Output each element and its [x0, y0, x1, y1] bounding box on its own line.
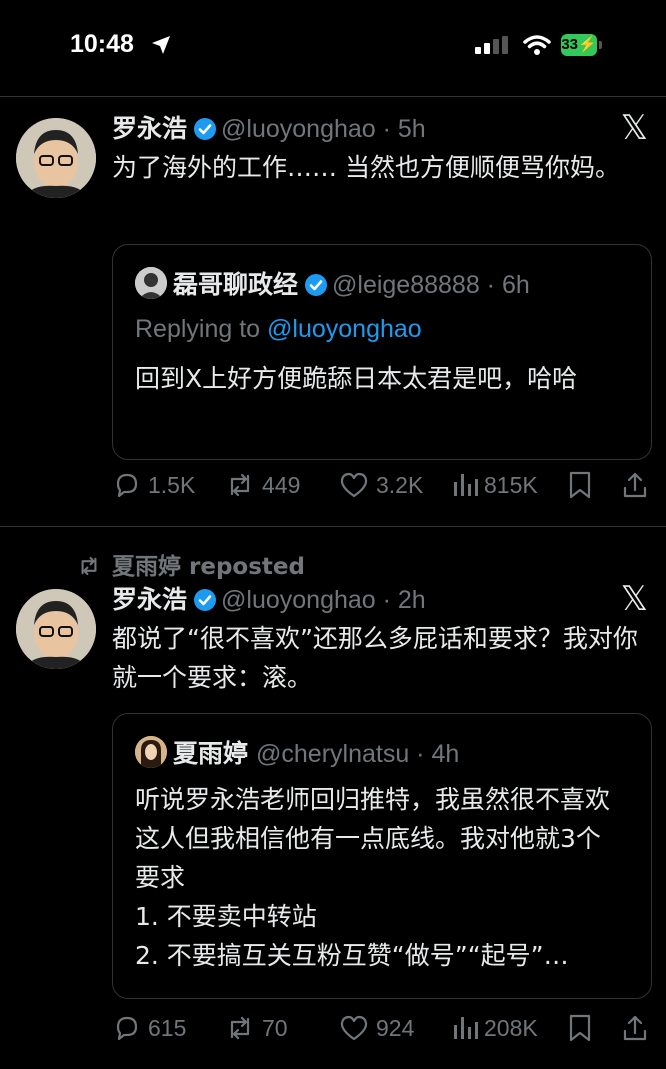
reply-button[interactable]: 1.5K [112, 470, 195, 500]
like-icon [340, 472, 368, 498]
quote-avatar[interactable] [135, 736, 167, 768]
replying-to: Replying to @luoyonghao [135, 315, 422, 344]
quote-text: 回到X上好方便跪舔日本太君是吧，哈哈 [135, 364, 578, 393]
reposted-by: 夏雨婷 reposted [112, 554, 305, 580]
status-time: 10:48 [70, 30, 134, 58]
views-button[interactable]: 815K [452, 470, 538, 500]
avatar[interactable] [16, 589, 96, 669]
bookmark-icon [569, 471, 591, 499]
quoted-tweet[interactable]: 磊哥聊政经 @leige88888 · 6h Replying to @luoyo… [112, 244, 652, 460]
quote-author-handle[interactable]: @leige88888 · 6h [332, 271, 530, 299]
author-handle[interactable]: @luoyonghao · 2h [221, 586, 426, 614]
like-count: 924 [376, 1014, 415, 1041]
verified-badge-icon [305, 274, 328, 296]
quote-text-line: 1. 不要卖中转站 [135, 902, 317, 931]
repost-count: 70 [262, 1014, 288, 1041]
avatar-portrait-icon [16, 118, 96, 198]
avatar-portrait-icon [16, 589, 96, 669]
share-button[interactable] [620, 1013, 656, 1043]
reply-button[interactable]: 615 [112, 1013, 186, 1043]
view-count: 208K [484, 1014, 538, 1041]
bookmark-button[interactable] [566, 1013, 600, 1043]
quote-header: 夏雨婷 @cherylnatsu · 4h [135, 736, 459, 771]
x-logo-icon[interactable]: 𝕏 [621, 579, 648, 619]
battery-icon: 33⚡ [561, 34, 597, 56]
views-icon [454, 474, 478, 496]
quote-avatar-portrait-icon [135, 267, 167, 299]
quoted-tweet[interactable]: 夏雨婷 @cherylnatsu · 4h 听说罗永浩老师回归推特，我虽然很不喜欢… [112, 713, 652, 999]
repost-icon [230, 1016, 250, 1040]
like-count: 3.2K [376, 471, 424, 498]
quote-avatar-portrait-icon [135, 736, 167, 768]
tweet-actions: 615 70 924 208K [112, 1013, 652, 1049]
tweet-header: 罗永浩 @luoyonghao · 5h [112, 112, 426, 146]
tweet-text: 都说了“很不喜欢”还那么多屁话和要求？我对你就一个要求：滚。 [112, 624, 638, 692]
tweet-1[interactable]: 罗永浩 @luoyonghao · 5h 𝕏 为了海外的工作…… 当然也方便顺便骂… [0, 96, 666, 526]
battery-tip [599, 41, 602, 49]
repost-count: 449 [262, 471, 301, 498]
location-arrow-icon [152, 36, 170, 54]
repost-button[interactable]: 70 [224, 1013, 288, 1043]
replying-to-label: Replying to [135, 315, 268, 343]
repost-icon [230, 473, 250, 497]
views-button[interactable]: 208K [452, 1013, 538, 1043]
battery-level: 33 [561, 36, 578, 53]
share-button[interactable] [620, 470, 656, 500]
quote-author-name[interactable]: 夏雨婷 [173, 739, 248, 768]
verified-badge-icon [194, 118, 217, 140]
tweet-header: 罗永浩 @luoyonghao · 2h [112, 583, 426, 617]
reply-icon [116, 1016, 138, 1041]
author-name[interactable]: 罗永浩 [112, 585, 187, 614]
bookmark-button[interactable] [566, 470, 600, 500]
wifi-icon [523, 35, 551, 55]
author-handle[interactable]: @luoyonghao · 5h [221, 115, 426, 143]
tweet-text: 为了海外的工作…… 当然也方便顺便骂你妈。 [112, 153, 620, 182]
tweet-2[interactable]: 夏雨婷 reposted 罗永浩 @luoyonghao · 2h 𝕏 都说了“很… [0, 527, 666, 1069]
repost-icon [81, 556, 97, 576]
repost-button[interactable]: 449 [224, 470, 300, 500]
reply-count: 1.5K [148, 471, 196, 498]
quote-author-handle[interactable]: @cherylnatsu · 4h [256, 740, 459, 768]
share-icon [623, 1015, 647, 1041]
verified-badge-icon [194, 589, 217, 611]
author-name[interactable]: 罗永浩 [112, 114, 187, 143]
share-icon [623, 472, 647, 498]
quote-author-name[interactable]: 磊哥聊政经 [173, 270, 298, 299]
cellular-signal-icon [475, 36, 508, 54]
views-icon [454, 1017, 478, 1039]
like-button[interactable]: 924 [338, 1013, 414, 1043]
status-bar: 10:48 33⚡ [0, 0, 666, 90]
like-icon [340, 1015, 368, 1041]
tweet-actions: 1.5K 449 3.2K 815K [112, 470, 652, 506]
quote-text-line: 听说罗永浩老师回归推特，我虽然很不喜欢这人但我相信他有一点底线。我对他就3个要求 [135, 785, 611, 892]
quote-text-line: 2. 不要搞互关互粉互赞“做号”“起号”… [135, 941, 569, 970]
reply-icon [116, 473, 138, 498]
replying-to-mention[interactable]: @luoyonghao [267, 315, 422, 343]
x-logo-icon[interactable]: 𝕏 [621, 108, 648, 148]
avatar[interactable] [16, 118, 96, 198]
quote-header: 磊哥聊政经 @leige88888 · 6h [135, 267, 530, 302]
view-count: 815K [484, 471, 538, 498]
bookmark-icon [569, 1014, 591, 1042]
repost-context[interactable]: 夏雨婷 reposted [76, 547, 305, 581]
like-button[interactable]: 3.2K [338, 470, 423, 500]
quote-text: 听说罗永浩老师回归推特，我虽然很不喜欢这人但我相信他有一点底线。我对他就3个要求… [135, 780, 625, 975]
quote-avatar[interactable] [135, 267, 167, 299]
reply-count: 615 [148, 1014, 187, 1041]
